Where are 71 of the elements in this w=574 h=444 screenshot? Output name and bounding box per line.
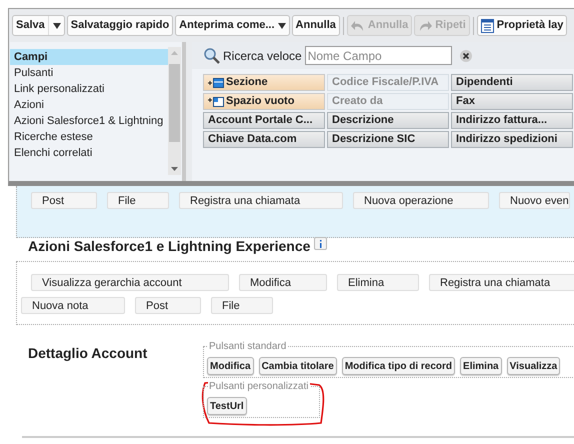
scroll-down-icon — [171, 167, 178, 171]
category-item[interactable]: Campi — [10, 49, 170, 65]
category-item[interactable]: Azioni — [10, 97, 170, 113]
table-icon — [480, 18, 494, 32]
dropdown-arrow-icon — [278, 22, 286, 28]
field-label: Descrizione SIC — [332, 132, 416, 148]
palette-field[interactable]: Indirizzo fattura... — [451, 112, 573, 129]
category-item[interactable]: Ricerche estese — [10, 129, 170, 145]
field-label: Codice Fiscale/P.IVA — [332, 75, 439, 90]
group-legend: Pulsanti personalizzati — [208, 379, 310, 394]
add-section-icon — [208, 78, 224, 88]
section-title: Azioni Salesforce1 e Lightning Experience — [28, 237, 310, 256]
action-button[interactable]: Registra una chiamata — [429, 274, 574, 291]
field-label: Dipendenti — [456, 75, 513, 90]
action-button[interactable]: Nuovo even — [499, 192, 570, 209]
toolbar-button[interactable]: Annulla — [292, 15, 340, 36]
action-button[interactable]: Nuova nota — [21, 297, 125, 314]
search-icon — [204, 48, 220, 64]
scrollbar[interactable] — [168, 47, 181, 175]
layout-button[interactable]: Cambia titolare — [258, 357, 337, 375]
layout-button[interactable]: Visualizza — [506, 357, 560, 375]
action-button[interactable]: File — [211, 297, 273, 314]
section-title: Dettaglio Account — [28, 344, 148, 363]
category-item[interactable]: Azioni Salesforce1 & Lightning — [10, 113, 170, 129]
action-button[interactable]: Modifica — [239, 274, 327, 291]
palette-field[interactable]: Account Portale C... — [203, 112, 325, 129]
palette-field[interactable]: Indirizzo spedizioni — [451, 131, 573, 148]
layout-button[interactable]: Modifica — [207, 357, 254, 375]
undo-icon — [350, 20, 365, 32]
palette-field[interactable]: Fax — [451, 93, 573, 110]
toolbar-button[interactable]: Salvataggio rapido — [66, 15, 174, 36]
field-label: Fax — [456, 94, 475, 110]
layout-button[interactable]: Elimina — [460, 357, 502, 375]
action-button[interactable]: Nuova operazione — [353, 192, 489, 209]
redo-icon — [418, 20, 432, 32]
scroll-up-icon — [171, 51, 178, 55]
toolbar-button[interactable]: Anteprima come... — [175, 15, 290, 36]
clear-icon — [460, 50, 472, 62]
scroll-thumb[interactable] — [169, 64, 180, 142]
field-label: Chiave Data.com — [208, 132, 297, 148]
field-label: Indirizzo fattura... — [456, 113, 548, 128]
search-field[interactable]: Nome Campo — [304, 46, 452, 65]
category-item[interactable]: Link personalizzati — [10, 81, 170, 97]
action-button[interactable]: Elimina — [337, 274, 419, 291]
layout-button[interactable]: Modifica tipo di record — [342, 357, 456, 375]
search-label: Ricerca veloce — [223, 48, 302, 64]
info-glyph-icon — [319, 240, 322, 248]
palette-field[interactable]: Descrizione SIC — [327, 131, 449, 148]
palette-field[interactable]: Dipendenti — [451, 74, 573, 91]
layout-button[interactable]: TestUrl — [207, 397, 247, 415]
toolbar-button[interactable]: Proprietà lay — [476, 15, 568, 36]
field-label: Indirizzo spedizioni — [456, 132, 558, 148]
dropdown-arrow-icon — [52, 22, 61, 28]
field-label: Account Portale C... — [208, 113, 313, 128]
action-button[interactable]: Post — [31, 192, 97, 209]
category-item[interactable]: Elenchi correlati — [10, 145, 170, 161]
palette-field[interactable]: Chiave Data.com — [203, 131, 325, 148]
palette-field[interactable]: Descrizione — [327, 112, 449, 129]
action-button[interactable]: Post — [135, 297, 201, 314]
action-button[interactable]: Visualizza gerarchia account — [31, 274, 229, 291]
field-label: Spazio vuoto — [226, 94, 294, 110]
action-button[interactable]: File — [107, 192, 169, 209]
toolbar-button[interactable]: Salva — [12, 15, 65, 36]
field-label: Creato da — [332, 94, 383, 110]
palette-field[interactable]: Spazio vuoto — [203, 93, 325, 110]
field-label: Descrizione — [332, 113, 394, 128]
category-item[interactable]: Pulsanti — [10, 65, 170, 81]
action-button[interactable]: Registra una chiamata — [179, 192, 343, 209]
add-space-icon — [208, 96, 224, 106]
field-label: Sezione — [226, 75, 268, 90]
palette-field[interactable]: Sezione — [203, 74, 325, 91]
